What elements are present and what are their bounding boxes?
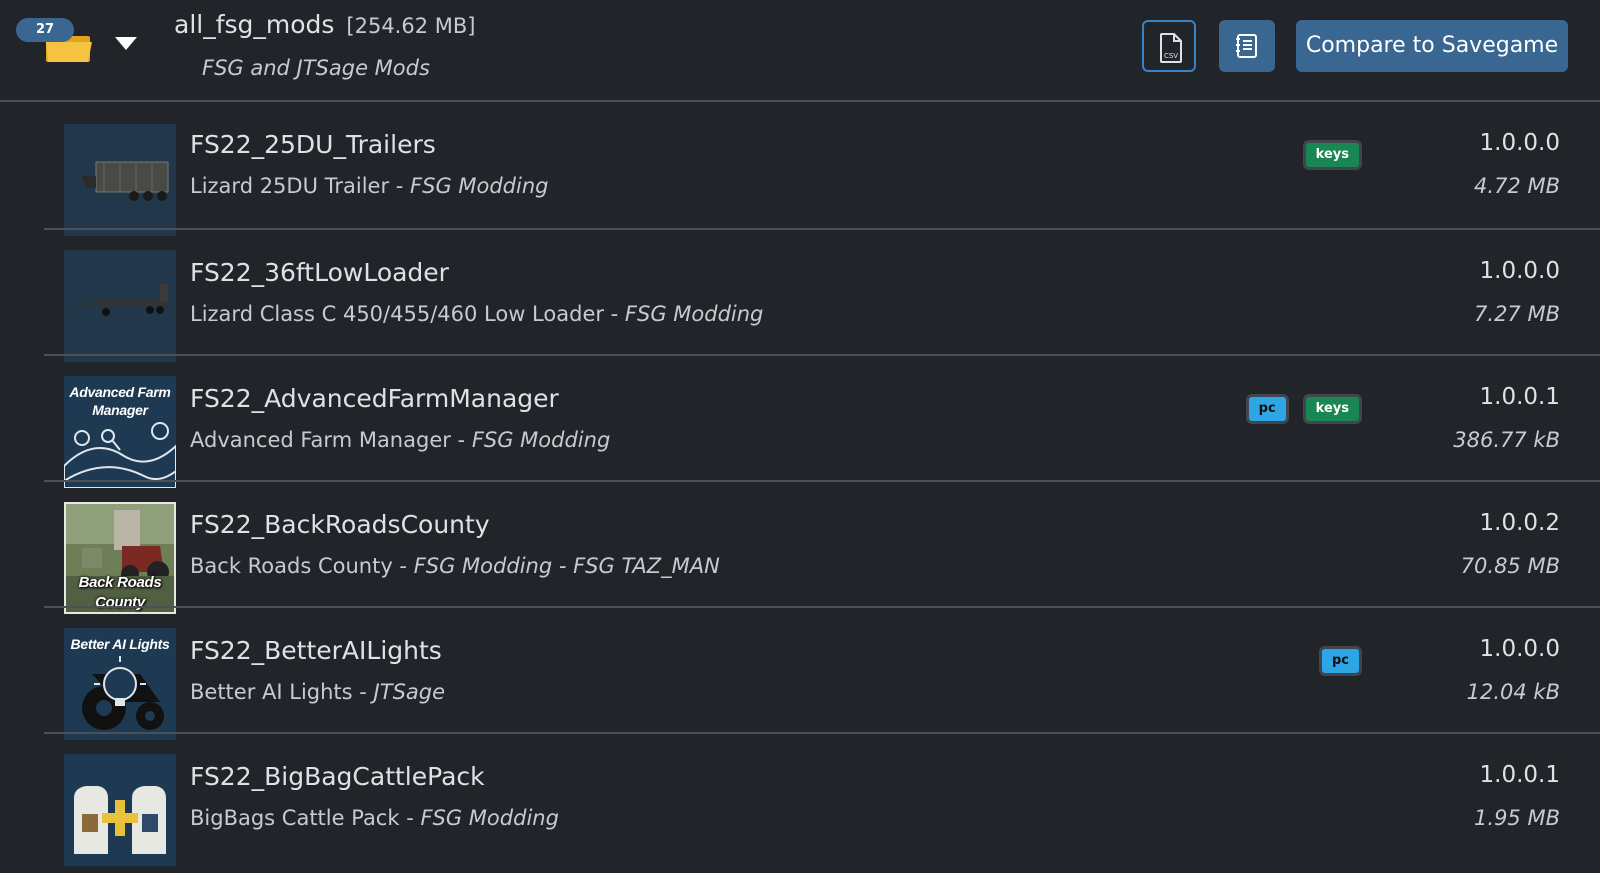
mod-thumbnail: Better AI Lights [64, 628, 176, 740]
mod-author: JTSage [373, 680, 446, 704]
thumbnail-caption: Back Roads [78, 574, 162, 591]
mod-badges: pc keys [1245, 394, 1362, 424]
collection-header: 27 all_fsg_mods [254.62 MB] FSG and JTSa… [0, 0, 1600, 102]
mod-author: FSG Modding [471, 428, 611, 452]
mod-name: FS22_BackRoadsCounty [190, 510, 490, 539]
mod-thumbnail: Back Roads County [64, 502, 176, 614]
mod-size: 12.04 kB [1466, 680, 1560, 704]
notebook-icon [1236, 34, 1257, 58]
mod-badges: pc [1318, 646, 1362, 676]
mod-author: FSG Modding [624, 302, 764, 326]
mod-size: 70.85 MB [1460, 554, 1560, 578]
notes-button[interactable] [1219, 20, 1275, 72]
mod-version: 1.0.0.0 [1479, 130, 1560, 156]
mod-row[interactable]: FS22_36ftLowLoader Lizard Class C 450/455… [44, 228, 1600, 362]
mod-name: FS22_BetterAILights [190, 636, 442, 665]
mod-size: 7.27 MB [1474, 302, 1560, 326]
collection-description: FSG and JTSage Mods [202, 56, 430, 80]
mod-count-badge: 27 [16, 18, 74, 42]
mod-version: 1.0.0.1 [1479, 762, 1560, 788]
mod-title: BigBags Cattle Pack - [190, 806, 421, 830]
mod-size: 386.77 kB [1453, 428, 1560, 452]
mod-row[interactable]: FS22_25DU_Trailers Lizard 25DU Trailer - … [44, 102, 1600, 236]
mod-description: Lizard Class C 450/455/460 Low Loader - … [190, 302, 763, 326]
collection-name: all_fsg_mods [174, 10, 335, 39]
mod-thumbnail [64, 754, 176, 866]
csv-file-icon: CSV [1160, 33, 1182, 63]
pc-badge[interactable]: pc [1245, 394, 1289, 424]
mod-version: 1.0.0.0 [1479, 258, 1560, 284]
collection-title: all_fsg_mods [254.62 MB] [174, 10, 475, 39]
mod-title: Lizard Class C 450/455/460 Low Loader - [190, 302, 625, 326]
keys-badge[interactable]: keys [1302, 394, 1362, 424]
mod-row[interactable]: Better AI Lights FS22_BetterAILights Bette… [44, 606, 1600, 740]
mod-name: FS22_36ftLowLoader [190, 258, 449, 287]
mod-title: Lizard 25DU Trailer - [190, 174, 411, 198]
mod-description: Advanced Farm Manager - FSG Modding [190, 428, 610, 452]
chevron-down-icon [115, 37, 137, 50]
mod-badges: keys [1302, 140, 1362, 170]
mod-thumbnail [64, 250, 176, 362]
export-csv-button[interactable]: CSV [1142, 20, 1196, 72]
mod-author: FSG Modding [410, 174, 549, 198]
mod-description: Lizard 25DU Trailer - FSG Modding [190, 174, 549, 198]
compare-to-savegame-button[interactable]: Compare to Savegame [1296, 20, 1568, 72]
thumbnail-caption: Advanced Farm [69, 384, 171, 400]
mod-description: Better AI Lights - JTSage [190, 680, 445, 704]
csv-label: CSV [1164, 52, 1178, 60]
mod-author: FSG Modding - FSG TAZ_MAN [413, 554, 720, 578]
mod-name: FS22_AdvancedFarmManager [190, 384, 559, 413]
mod-description: Back Roads County - FSG Modding - FSG TA… [190, 554, 720, 578]
collection-folder[interactable]: 27 [14, 16, 98, 68]
thumbnail-caption: Manager [92, 402, 148, 418]
mod-description: BigBags Cattle Pack - FSG Modding [190, 806, 559, 830]
mod-row[interactable]: FS22_BigBagCattlePack BigBags Cattle Pack… [44, 732, 1600, 866]
mod-title: Back Roads County - [190, 554, 414, 578]
mod-version: 1.0.0.2 [1479, 510, 1560, 536]
mod-list: FS22_25DU_Trailers Lizard 25DU Trailer - … [44, 102, 1600, 866]
thumbnail-caption: Better AI Lights [70, 636, 170, 652]
pc-badge[interactable]: pc [1318, 646, 1362, 676]
mod-author: FSG Modding [420, 806, 559, 830]
collection-size: [254.62 MB] [346, 14, 476, 38]
mod-name: FS22_25DU_Trailers [190, 130, 436, 159]
mod-thumbnail [64, 124, 176, 236]
mod-size: 4.72 MB [1474, 174, 1560, 198]
mod-name: FS22_BigBagCattlePack [190, 762, 485, 791]
mod-size: 1.95 MB [1474, 806, 1560, 830]
keys-badge[interactable]: keys [1302, 140, 1362, 170]
mod-title: Advanced Farm Manager - [190, 428, 472, 452]
mod-version: 1.0.0.0 [1479, 636, 1560, 662]
mod-version: 1.0.0.1 [1479, 384, 1560, 410]
mod-title: Better AI Lights - [190, 680, 374, 704]
collapse-toggle[interactable] [112, 30, 140, 56]
mod-row[interactable]: Back Roads County FS22_BackRoadsCounty Back… [44, 480, 1600, 614]
mod-thumbnail: Advanced Farm Manager [64, 376, 176, 488]
mod-row[interactable]: Advanced Farm Manager FS22_AdvancedFarmMan… [44, 354, 1600, 488]
